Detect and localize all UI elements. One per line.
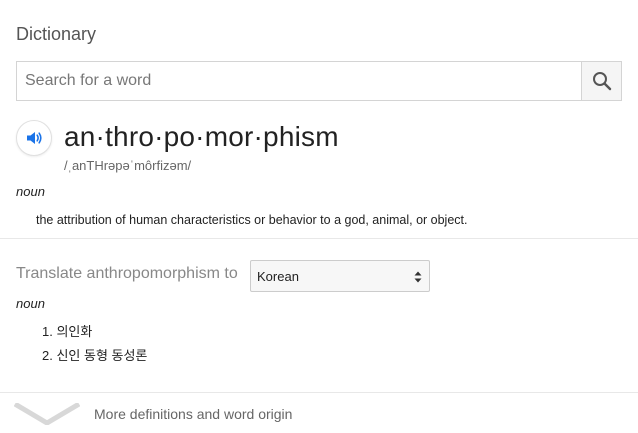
search-box xyxy=(16,61,622,101)
search-button[interactable] xyxy=(581,62,621,100)
section-divider xyxy=(0,238,638,239)
part-of-speech: noun xyxy=(16,184,45,199)
phonetic-spelling: /ˌanTHrəpəˈmôrfizəm/ xyxy=(64,158,192,173)
translation-part-of-speech: noun xyxy=(16,296,45,311)
translation-item: 1. 의인화 xyxy=(42,324,93,339)
select-arrows-icon xyxy=(414,271,422,283)
card-title: Dictionary xyxy=(16,24,97,44)
language-select-value: Korean xyxy=(257,269,299,284)
search-icon xyxy=(592,72,611,91)
definition-text: the attribution of human characteristics… xyxy=(36,213,468,227)
pronunciation-button[interactable] xyxy=(16,120,52,156)
translate-label: Translate anthropomorphism to xyxy=(16,265,238,282)
chevron-down-icon xyxy=(14,403,80,425)
dictionary-card: Dictionary an·thro·po·mor·phism /ˌanTHrə… xyxy=(0,0,638,433)
headword: an·thro·po·mor·phism xyxy=(64,121,339,152)
search-input[interactable] xyxy=(17,62,582,100)
more-definitions-label: More definitions and word origin xyxy=(94,406,293,422)
language-select[interactable]: Korean xyxy=(250,260,430,292)
more-definitions-link[interactable]: More definitions and word origin xyxy=(0,393,638,433)
speaker-icon xyxy=(27,132,42,144)
translation-item: 2. 신인 동형 동성론 xyxy=(42,348,148,363)
